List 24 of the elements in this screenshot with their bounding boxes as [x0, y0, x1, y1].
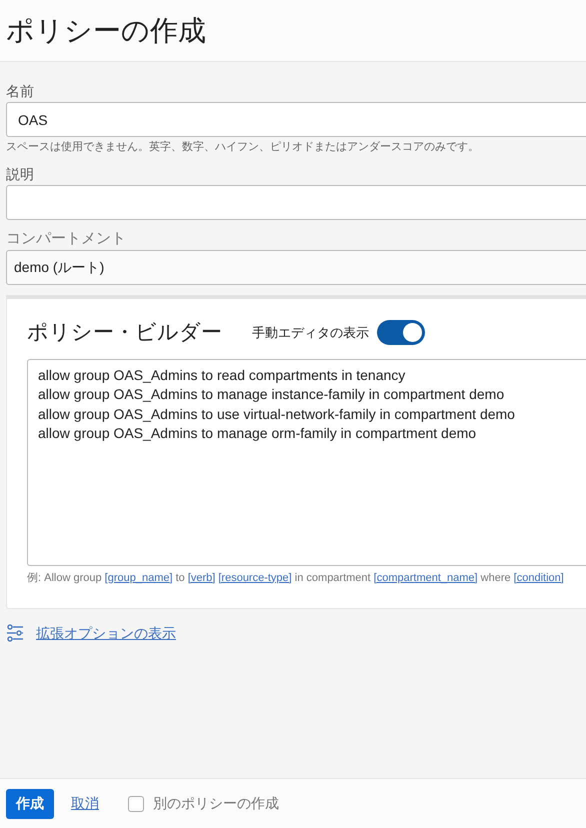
placeholder-link[interactable]: [verb] [188, 572, 216, 584]
placeholder-link[interactable]: [compartment_name] [374, 572, 478, 584]
checkbox-label: 別のポリシーの作成 [153, 794, 279, 813]
compartment-select[interactable]: demo (ルート) [6, 250, 586, 285]
name-input[interactable]: OAS [6, 102, 586, 137]
field-label: 説明 [6, 165, 35, 184]
placeholder-link[interactable]: [group_name] [104, 572, 173, 584]
create-another-checkbox[interactable] [128, 796, 144, 812]
policy-editor[interactable]: allow group OAS_Admins to read compartments in tenancy allow group OAS_Admins to manage instance-family in compartment demo allow group OAS_Admins to use virtual-network-family in compartment demo allow group OAS_Admins to manage orm-family in compartment demo [27, 358, 586, 566]
builder-title: ポリシー・ビルダー [27, 320, 222, 346]
syntax-example: 例: Allow group [group_name] to [verb] [resource-type] in compartment [compartment_name] where [condition] [27, 570, 565, 586]
placeholder-link[interactable]: [resource-type] [218, 572, 292, 584]
toggle-label: 手動エディタの表示 [252, 324, 369, 342]
sliders-icon [6, 624, 24, 642]
page-title: ポリシーの作成 [6, 14, 206, 48]
create-button[interactable]: 作成 [6, 788, 54, 818]
field-label: コンパートメント [6, 229, 127, 249]
hint-text: スペースは使用できません。英字、数字、ハイフン、ピリオドまたはアンダースコアのみです。 [6, 140, 480, 155]
manual-editor-toggle[interactable] [377, 320, 425, 346]
field-label: 名前 [6, 82, 35, 101]
description-input[interactable] [6, 185, 586, 220]
cancel-link[interactable]: 取消 [71, 793, 99, 814]
placeholder-link[interactable]: [condition] [514, 572, 564, 584]
advanced-options-link[interactable]: 拡張オプションの表示 [36, 622, 176, 644]
